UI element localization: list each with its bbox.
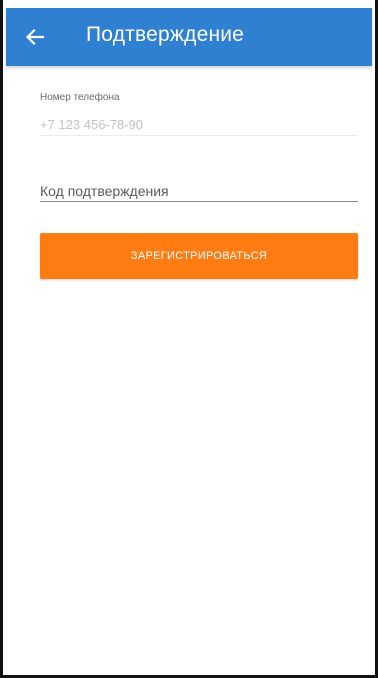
arrow-left-icon [25,28,45,46]
app-bar: Подтверждение [6,8,372,66]
back-button[interactable] [22,24,48,50]
phone-field: Номер телефона +7 123 456-78-90 [40,92,358,136]
phone-field-underline [40,135,358,136]
screen: Подтверждение Номер телефона +7 123 456-… [0,0,378,678]
confirmation-code-underline [40,201,358,202]
page-title: Подтверждение [86,23,245,46]
confirmation-code-field [40,180,358,202]
register-button[interactable]: ЗАРЕГИСТРИРОВАТЬСЯ [40,233,358,279]
phone-field-label: Номер телефона [40,92,120,103]
phone-field-value: +7 123 456-78-90 [40,117,144,132]
confirmation-code-input[interactable] [40,180,358,201]
